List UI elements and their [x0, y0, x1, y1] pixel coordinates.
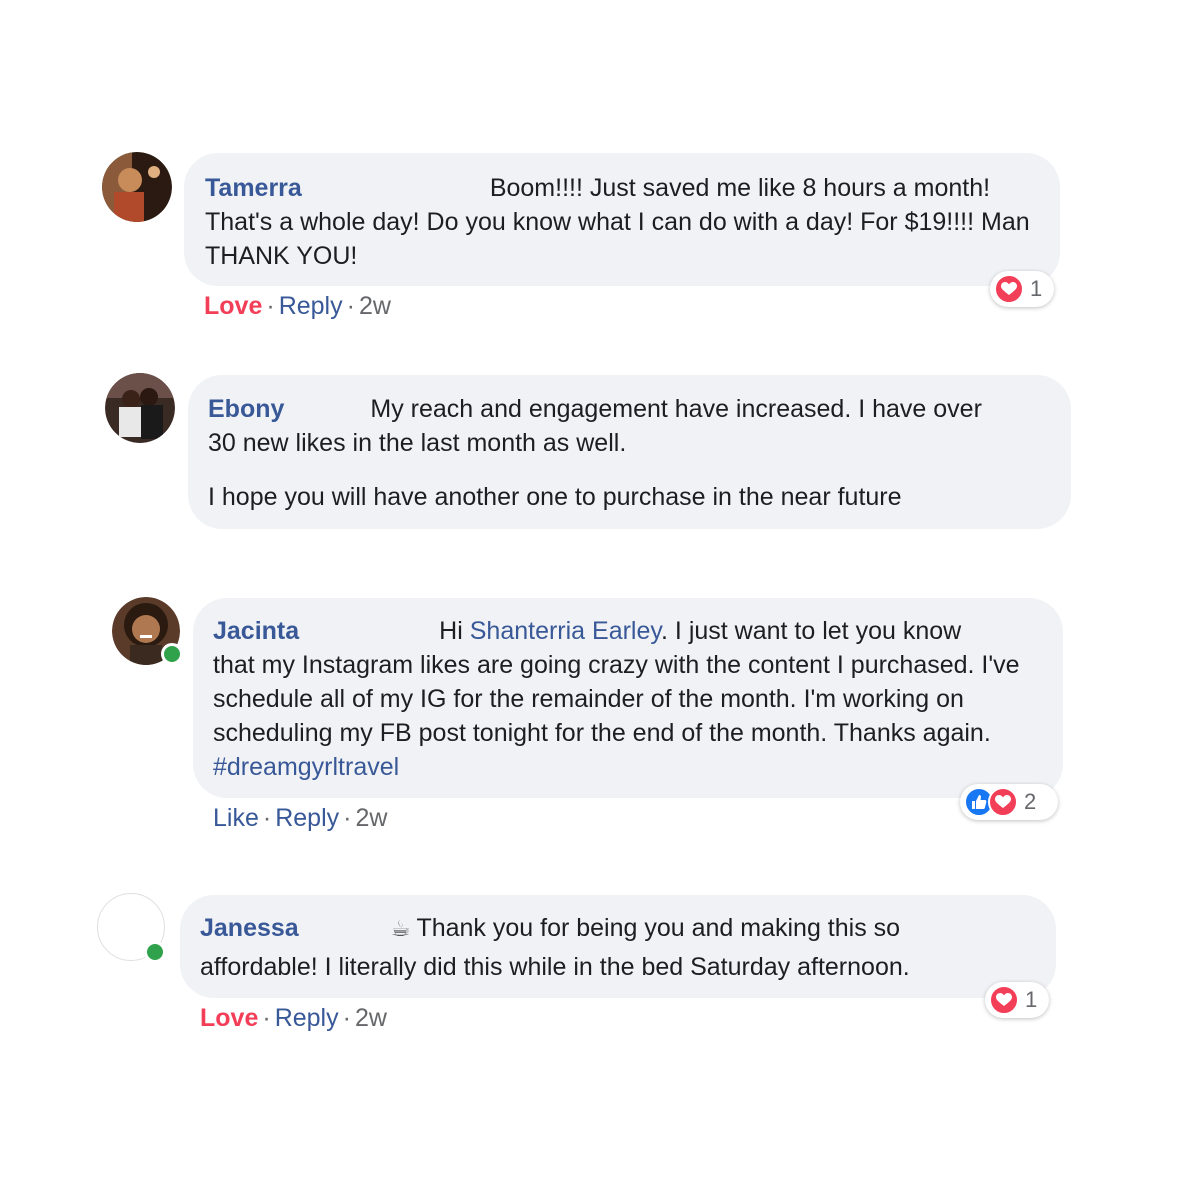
- comment-author[interactable]: Tamerra: [205, 174, 302, 202]
- comment-actions: Love · Reply · 2w: [200, 1004, 387, 1033]
- separator-dot: ·: [262, 1004, 271, 1032]
- comment-text-prefix: Hi: [439, 617, 470, 645]
- like-button[interactable]: Like: [213, 804, 259, 832]
- reaction-count: 1: [1025, 987, 1038, 1012]
- comment-bubble: Jacinta Hi Shanterria Earley. I just want…: [193, 598, 1063, 798]
- reply-button[interactable]: Reply: [275, 804, 339, 832]
- online-status-icon: [144, 941, 166, 963]
- comment-text-rest: That's a whole day! Do you know what I c…: [205, 208, 1030, 270]
- comment-text-line1: Boom!!!! Just saved me like 8 hours a mo…: [489, 174, 991, 202]
- reaction-count: 1: [1030, 276, 1043, 301]
- love-icon: [988, 787, 1018, 817]
- separator-dot: ·: [262, 804, 272, 832]
- reply-button[interactable]: Reply: [279, 292, 343, 320]
- comment-bubble: Tamerra Boom!!!! Just saved me like 8 hou…: [184, 153, 1060, 286]
- comment-text-paragraph: I hope you will have another one to purc…: [208, 483, 902, 511]
- online-status-icon: [161, 643, 183, 665]
- love-reaction-button[interactable]: Love: [200, 1004, 258, 1032]
- comment-text-line1: . I just want to let you know: [661, 617, 962, 645]
- separator-dot: ·: [266, 292, 275, 320]
- separator-dot: ·: [342, 1004, 351, 1032]
- comment-text-line1: My reach and engagement have increased. …: [370, 395, 982, 423]
- comment-text-rest: affordable! I literally did this while i…: [200, 953, 910, 981]
- comment-author[interactable]: Jacinta: [213, 617, 299, 645]
- avatar[interactable]: [105, 373, 175, 443]
- coffee-icon: ☕: [390, 916, 411, 941]
- reply-button[interactable]: Reply: [275, 1004, 339, 1032]
- love-icon: [994, 274, 1024, 304]
- mention-link[interactable]: Shanterria Earley: [470, 617, 661, 645]
- comment-actions: Like · Reply · 2w: [213, 804, 387, 833]
- comment-timestamp[interactable]: 2w: [359, 292, 391, 320]
- hashtag-link[interactable]: #dreamgyrltravel: [213, 753, 399, 781]
- love-reaction-button[interactable]: Love: [204, 292, 262, 320]
- avatar-photo: [102, 152, 172, 222]
- avatar[interactable]: [102, 152, 172, 222]
- comment-text-line1: Thank you for being you and making this …: [416, 914, 901, 942]
- avatar[interactable]: [112, 597, 183, 665]
- comment-timestamp[interactable]: 2w: [355, 804, 387, 832]
- reaction-summary[interactable]: 1: [985, 982, 1049, 1018]
- comment-timestamp[interactable]: 2w: [355, 1004, 387, 1032]
- comment-author[interactable]: Janessa: [200, 914, 299, 942]
- comment-bubble: Janessa ☕ Thank you for being you and maki…: [180, 895, 1056, 998]
- comment-text-rest: 30 new likes in the last month as well.: [208, 429, 627, 457]
- separator-dot: ·: [343, 804, 352, 832]
- reaction-count: 2: [1024, 789, 1037, 814]
- comment-text-rest: that my Instagram likes are going crazy …: [213, 651, 1020, 747]
- love-icon: [989, 985, 1019, 1015]
- reaction-summary[interactable]: 2: [960, 784, 1058, 820]
- comment-author[interactable]: Ebony: [208, 395, 284, 423]
- comment-bubble: Ebony My reach and engagement have increa…: [188, 375, 1071, 529]
- avatar[interactable]: [97, 893, 166, 963]
- reaction-summary[interactable]: 1: [990, 271, 1054, 307]
- separator-dot: ·: [346, 292, 355, 320]
- comment-actions: Love · Reply · 2w: [204, 292, 391, 321]
- avatar-photo: [105, 373, 175, 443]
